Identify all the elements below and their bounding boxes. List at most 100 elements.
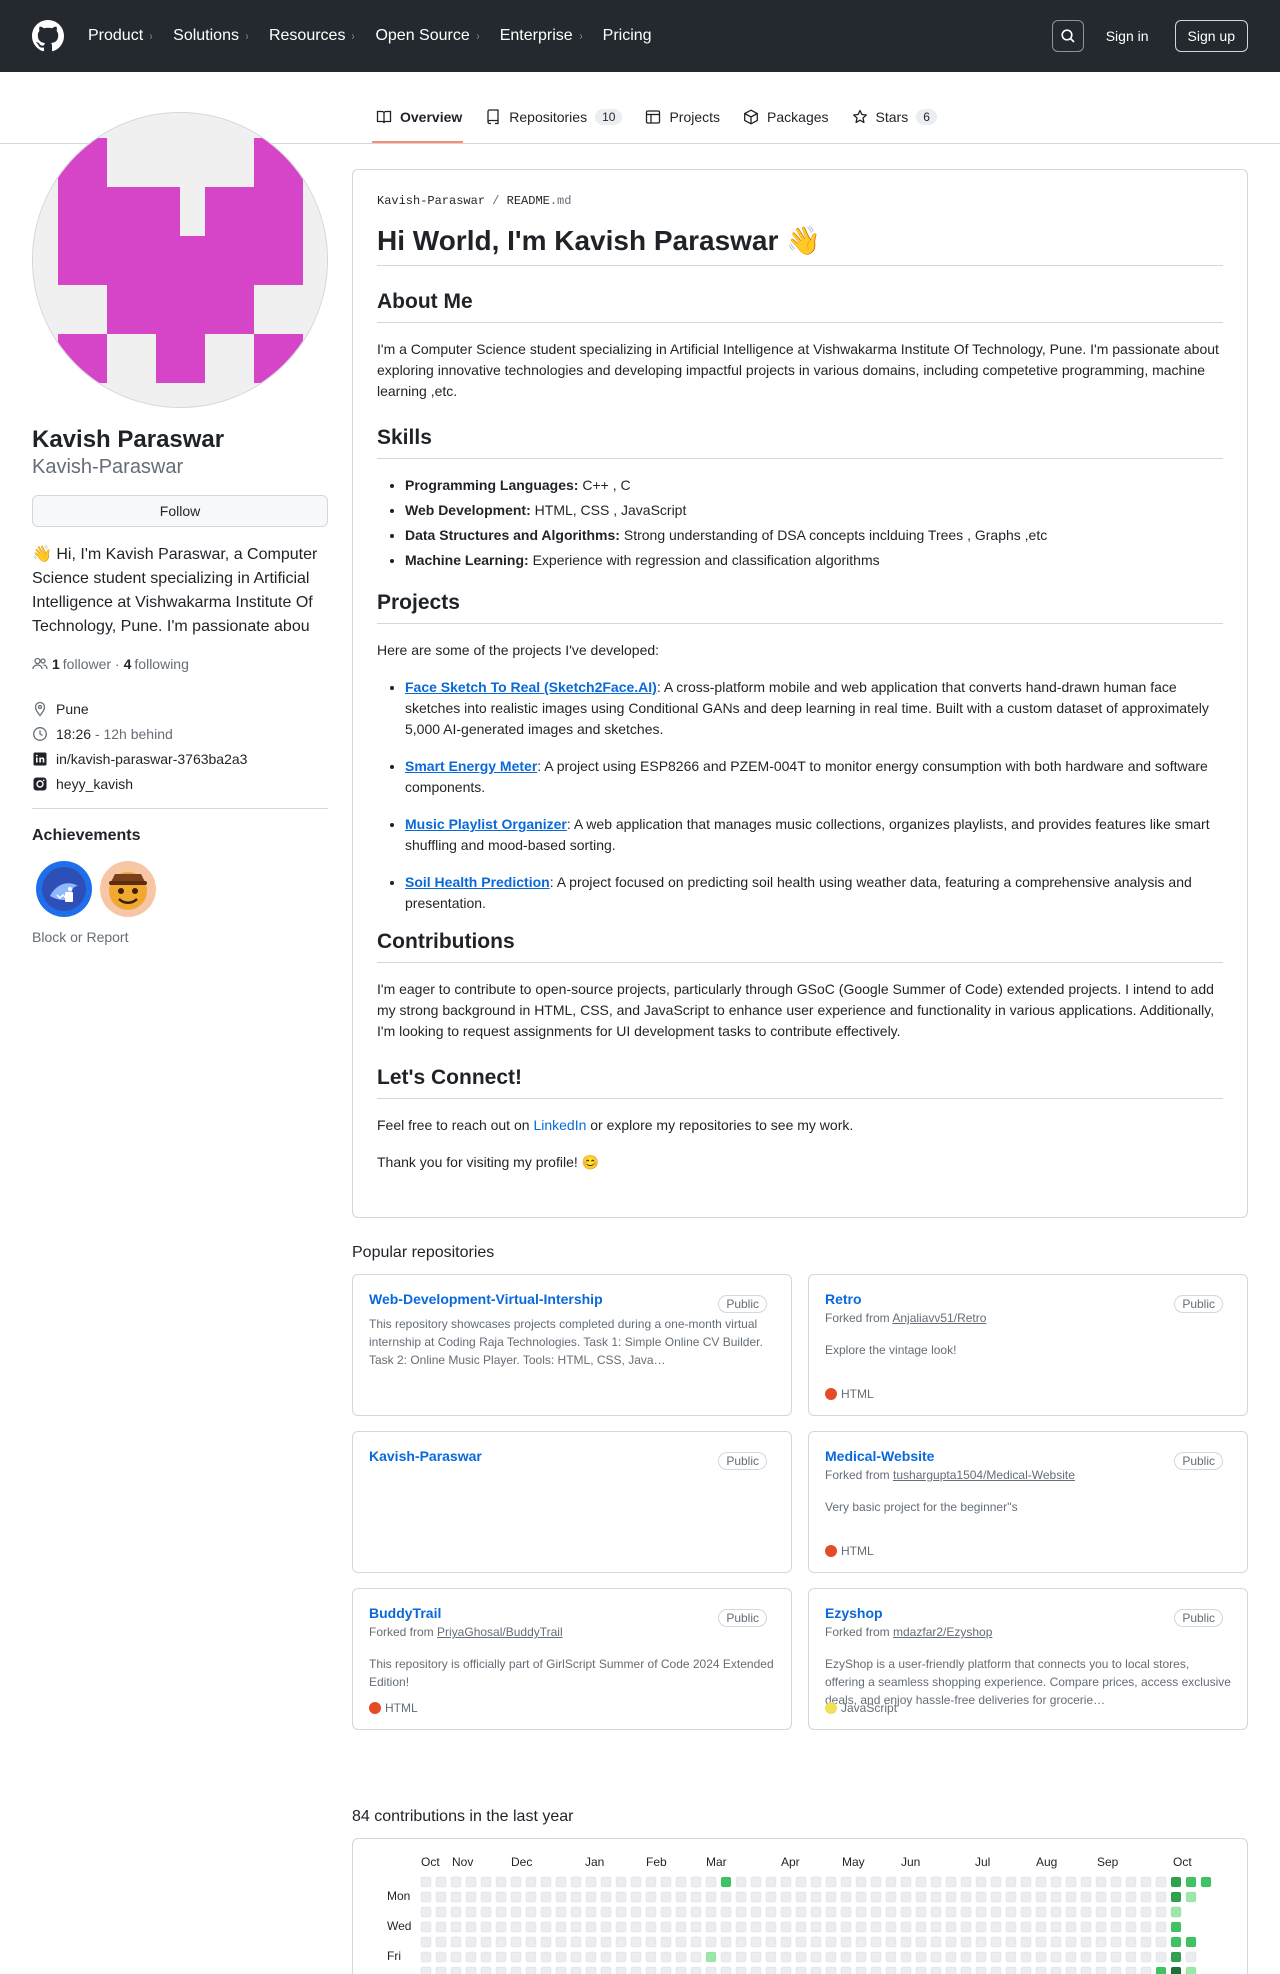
contribution-day[interactable] <box>825 1891 837 1903</box>
contribution-day[interactable] <box>900 1951 912 1963</box>
contribution-day[interactable] <box>1185 1876 1197 1888</box>
contribution-day[interactable] <box>960 1966 972 1974</box>
followers-label[interactable]: follower <box>63 656 111 672</box>
contribution-day[interactable] <box>1020 1906 1032 1918</box>
contribution-day[interactable] <box>510 1921 522 1933</box>
contribution-day[interactable] <box>780 1891 792 1903</box>
contribution-day[interactable] <box>1080 1891 1092 1903</box>
contribution-day[interactable] <box>1125 1906 1137 1918</box>
contribution-day[interactable] <box>975 1936 987 1948</box>
nav-item-resources[interactable]: Resources › <box>269 27 355 45</box>
contribution-day[interactable] <box>975 1876 987 1888</box>
contribution-day[interactable] <box>960 1921 972 1933</box>
sign-in-link[interactable]: Sign in <box>1106 28 1149 44</box>
github-logo-icon[interactable] <box>32 20 64 52</box>
contribution-day[interactable] <box>1080 1921 1092 1933</box>
contribution-day[interactable] <box>1065 1966 1077 1974</box>
contribution-day[interactable] <box>660 1936 672 1948</box>
contribution-day[interactable] <box>765 1921 777 1933</box>
contribution-day[interactable] <box>435 1876 447 1888</box>
contribution-day[interactable] <box>765 1876 777 1888</box>
contribution-day[interactable] <box>1035 1936 1047 1948</box>
contribution-day[interactable] <box>690 1936 702 1948</box>
contribution-day[interactable] <box>1110 1966 1122 1974</box>
contribution-day[interactable] <box>780 1906 792 1918</box>
contribution-day[interactable] <box>960 1906 972 1918</box>
contribution-day[interactable] <box>615 1936 627 1948</box>
contribution-day[interactable] <box>1200 1876 1212 1888</box>
contribution-day[interactable] <box>630 1936 642 1948</box>
contribution-day[interactable] <box>615 1951 627 1963</box>
contribution-day[interactable] <box>660 1951 672 1963</box>
contribution-day[interactable] <box>840 1906 852 1918</box>
contribution-day[interactable] <box>630 1876 642 1888</box>
contribution-day[interactable] <box>495 1906 507 1918</box>
contribution-day[interactable] <box>1035 1951 1047 1963</box>
contribution-day[interactable] <box>1155 1876 1167 1888</box>
contribution-day[interactable] <box>1080 1876 1092 1888</box>
contribution-day[interactable] <box>1050 1936 1062 1948</box>
contribution-day[interactable] <box>705 1951 717 1963</box>
contribution-day[interactable] <box>690 1906 702 1918</box>
contribution-day[interactable] <box>1035 1906 1047 1918</box>
contribution-day[interactable] <box>645 1921 657 1933</box>
contribution-day[interactable] <box>1140 1951 1152 1963</box>
contribution-day[interactable] <box>930 1966 942 1974</box>
contribution-day[interactable] <box>1080 1936 1092 1948</box>
contribution-day[interactable] <box>585 1906 597 1918</box>
sign-up-button[interactable]: Sign up <box>1174 20 1248 52</box>
contribution-day[interactable] <box>1065 1951 1077 1963</box>
contribution-day[interactable] <box>435 1906 447 1918</box>
contribution-day[interactable] <box>495 1966 507 1974</box>
contribution-day[interactable] <box>1095 1921 1107 1933</box>
tab-overview[interactable]: Overview <box>364 97 471 143</box>
contribution-day[interactable] <box>720 1921 732 1933</box>
contribution-day[interactable] <box>1005 1936 1017 1948</box>
contribution-day[interactable] <box>900 1876 912 1888</box>
contribution-day[interactable] <box>420 1876 432 1888</box>
contribution-day[interactable] <box>1005 1966 1017 1974</box>
contribution-day[interactable] <box>1170 1951 1182 1963</box>
contribution-day[interactable] <box>555 1906 567 1918</box>
contribution-day[interactable] <box>765 1906 777 1918</box>
contribution-day[interactable] <box>495 1936 507 1948</box>
contribution-day[interactable] <box>825 1906 837 1918</box>
contribution-day[interactable] <box>480 1891 492 1903</box>
contribution-day[interactable] <box>660 1891 672 1903</box>
contribution-day[interactable] <box>630 1951 642 1963</box>
contribution-day[interactable] <box>840 1921 852 1933</box>
contribution-day[interactable] <box>540 1876 552 1888</box>
contribution-day[interactable] <box>885 1966 897 1974</box>
contribution-day[interactable] <box>495 1891 507 1903</box>
contribution-day[interactable] <box>1110 1891 1122 1903</box>
contribution-day[interactable] <box>1140 1891 1152 1903</box>
contribution-day[interactable] <box>1125 1921 1137 1933</box>
contribution-day[interactable] <box>645 1936 657 1948</box>
contribution-day[interactable] <box>1005 1921 1017 1933</box>
contribution-day[interactable] <box>585 1966 597 1974</box>
contribution-day[interactable] <box>465 1966 477 1974</box>
contribution-day[interactable] <box>480 1876 492 1888</box>
contribution-day[interactable] <box>1095 1951 1107 1963</box>
contribution-day[interactable] <box>615 1966 627 1974</box>
contribution-day[interactable] <box>675 1921 687 1933</box>
contribution-day[interactable] <box>1020 1966 1032 1974</box>
tab-projects[interactable]: Projects <box>633 97 729 137</box>
contribution-day[interactable] <box>525 1876 537 1888</box>
contribution-day[interactable] <box>1050 1951 1062 1963</box>
contribution-day[interactable] <box>990 1966 1002 1974</box>
contribution-day[interactable] <box>660 1876 672 1888</box>
contribution-day[interactable] <box>1170 1906 1182 1918</box>
contribution-day[interactable] <box>1155 1891 1167 1903</box>
contribution-day[interactable] <box>720 1951 732 1963</box>
contribution-day[interactable] <box>780 1921 792 1933</box>
contribution-day[interactable] <box>870 1921 882 1933</box>
contribution-day[interactable] <box>525 1906 537 1918</box>
contribution-day[interactable] <box>810 1921 822 1933</box>
contribution-day[interactable] <box>750 1891 762 1903</box>
contribution-day[interactable] <box>705 1891 717 1903</box>
achievement-badge-shark-icon[interactable] <box>35 860 93 918</box>
contribution-day[interactable] <box>735 1951 747 1963</box>
contribution-day[interactable] <box>675 1906 687 1918</box>
search-button[interactable] <box>1051 20 1084 52</box>
